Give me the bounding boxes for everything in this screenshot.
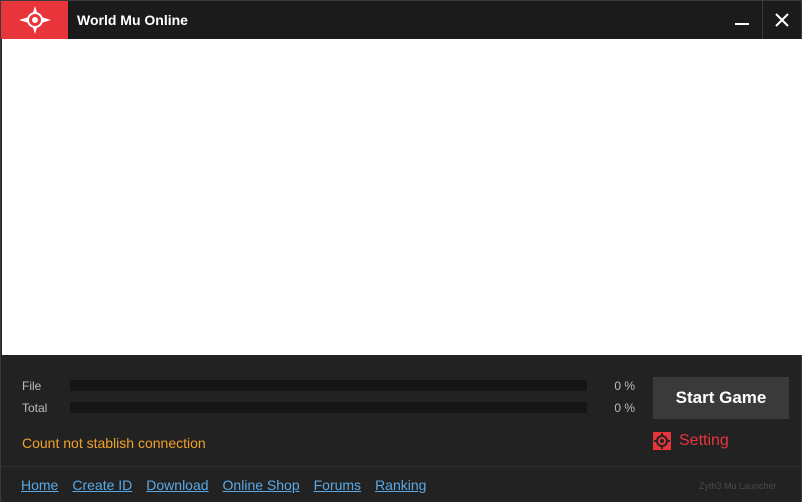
bottom-panel: File 0 % Total 0 % Count not stablish co… bbox=[1, 355, 801, 502]
close-icon bbox=[775, 13, 789, 27]
compass-star-logo-icon bbox=[18, 6, 51, 34]
total-progress-bar bbox=[70, 402, 587, 413]
footer-link-forums[interactable]: Forums bbox=[314, 477, 361, 493]
footer-link-download[interactable]: Download bbox=[146, 477, 208, 493]
launcher-window: World Mu Online File 0 % Total 0 % Count… bbox=[0, 0, 802, 502]
total-progress-label: Total bbox=[22, 401, 48, 415]
total-progress-percent: 0 % bbox=[614, 401, 635, 415]
footer-links: Home Create ID Download Online Shop Foru… bbox=[21, 477, 426, 493]
start-game-button[interactable]: Start Game bbox=[653, 377, 789, 419]
app-title: World Mu Online bbox=[77, 12, 188, 28]
file-progress-label: File bbox=[22, 379, 42, 393]
minimize-icon bbox=[735, 23, 749, 25]
status-message: Count not stablish connection bbox=[22, 435, 206, 451]
file-progress-percent: 0 % bbox=[614, 379, 635, 393]
logo bbox=[1, 1, 68, 39]
footer-link-home[interactable]: Home bbox=[21, 477, 58, 493]
title-bar[interactable]: World Mu Online bbox=[1, 1, 801, 39]
setting-button[interactable]: Setting bbox=[653, 431, 729, 451]
footer-link-online-shop[interactable]: Online Shop bbox=[223, 477, 300, 493]
brand-label: Zyth3 Mu Launcher bbox=[699, 481, 777, 491]
news-content-area bbox=[2, 39, 802, 355]
gear-icon bbox=[653, 432, 671, 450]
minimize-button[interactable] bbox=[722, 1, 762, 39]
footer-divider bbox=[1, 466, 801, 467]
setting-label: Setting bbox=[679, 432, 729, 449]
footer-link-ranking[interactable]: Ranking bbox=[375, 477, 426, 493]
close-button[interactable] bbox=[762, 1, 801, 39]
footer-link-create-id[interactable]: Create ID bbox=[72, 477, 132, 493]
file-progress-bar bbox=[70, 380, 587, 391]
